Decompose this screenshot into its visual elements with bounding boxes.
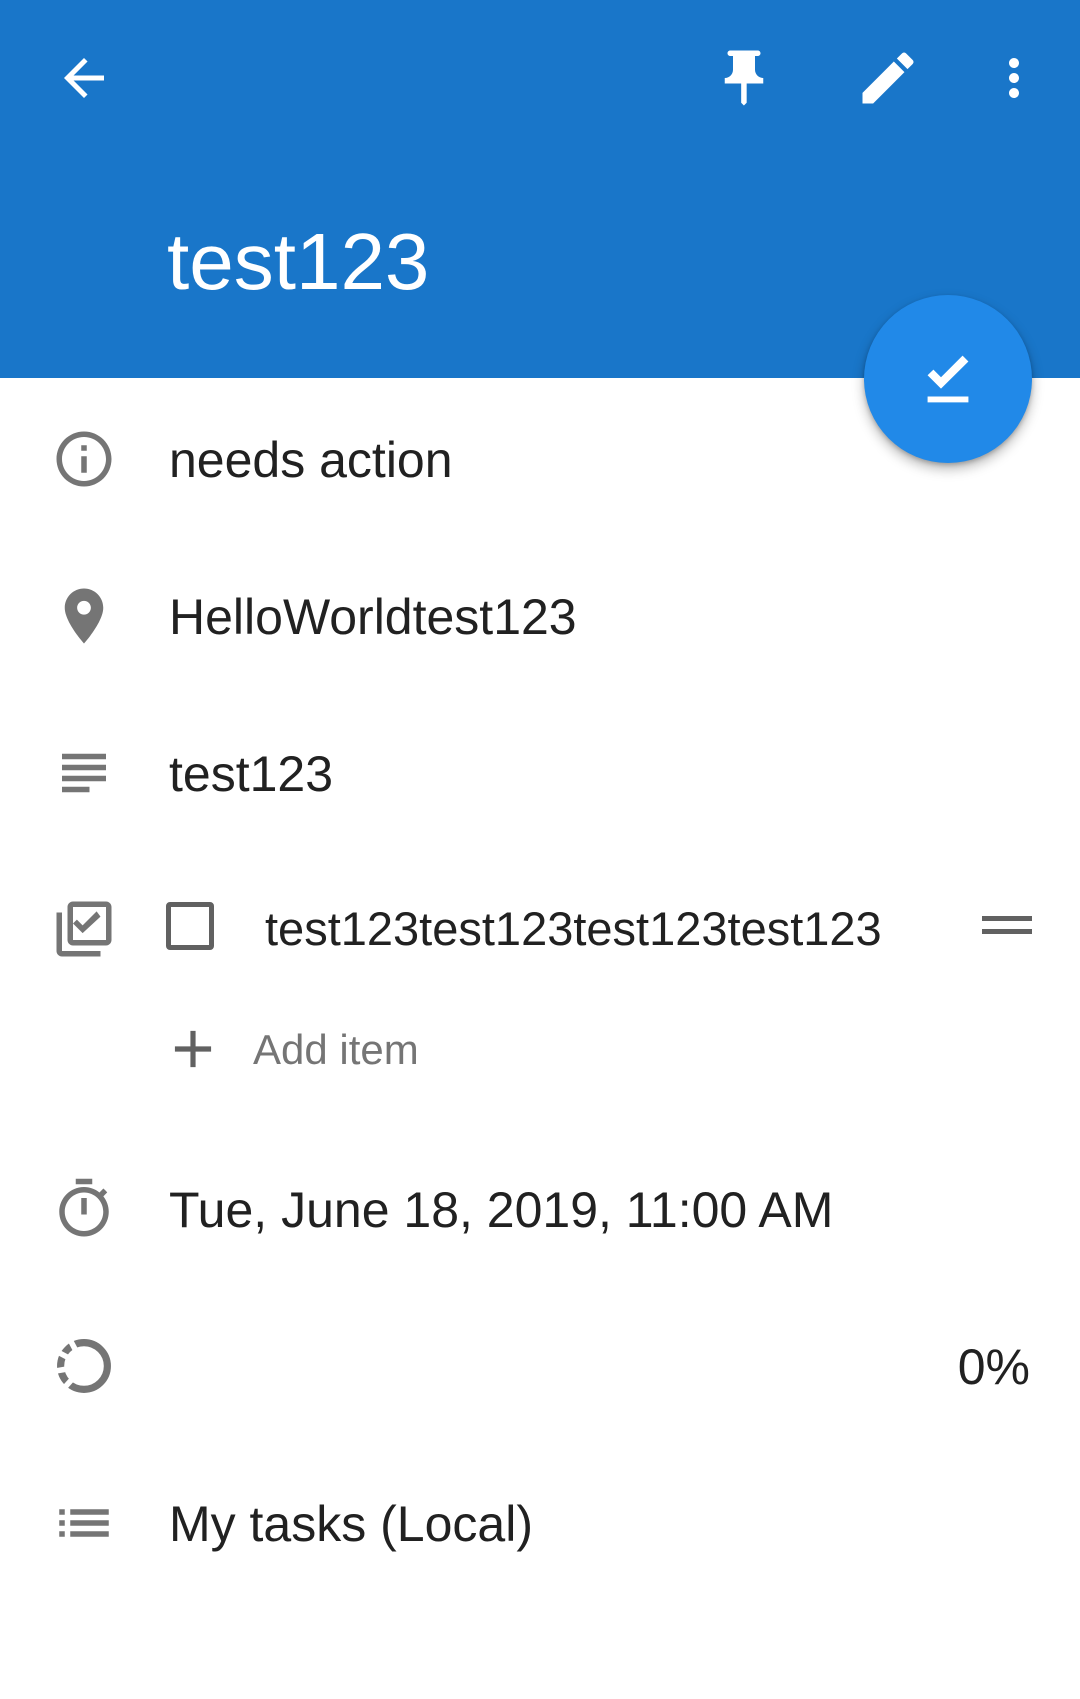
- info-icon: [45, 420, 123, 498]
- progress-icon: [45, 1327, 123, 1405]
- arrow-back-icon: [64, 58, 104, 98]
- pencil-icon: [862, 52, 914, 104]
- status-text: needs action: [169, 432, 453, 488]
- pin-button[interactable]: [696, 30, 792, 126]
- description-text: test123: [169, 746, 334, 802]
- edit-button[interactable]: [840, 30, 936, 126]
- checklist-item-checkbox[interactable]: [166, 902, 214, 950]
- check-icon: [927, 355, 969, 403]
- back-button[interactable]: [36, 30, 132, 126]
- more-options-button[interactable]: [966, 30, 1062, 126]
- drag-handle-icon[interactable]: [982, 916, 1032, 940]
- task-list-text: My tasks (Local): [169, 1496, 533, 1552]
- timer-icon: [45, 1170, 123, 1248]
- complete-task-button[interactable]: [864, 295, 1032, 463]
- add-icon: [158, 1018, 228, 1080]
- checklist-item-text[interactable]: test123test123test123test123: [265, 905, 882, 952]
- notes-icon: [45, 734, 123, 812]
- task-title: test123: [167, 217, 430, 306]
- list-icon: [45, 1484, 123, 1562]
- checklist-icon: [45, 890, 123, 968]
- progress-value: 0%: [957, 1339, 1030, 1395]
- more-vert-icon: [1009, 58, 1019, 98]
- pin-icon: [724, 50, 764, 106]
- location-text: HelloWorldtest123: [169, 589, 577, 645]
- location-pin-icon: [45, 577, 123, 655]
- due-date-text: Tue, June 18, 2019, 11:00 AM: [169, 1182, 834, 1238]
- add-item-label: Add item: [253, 1026, 419, 1073]
